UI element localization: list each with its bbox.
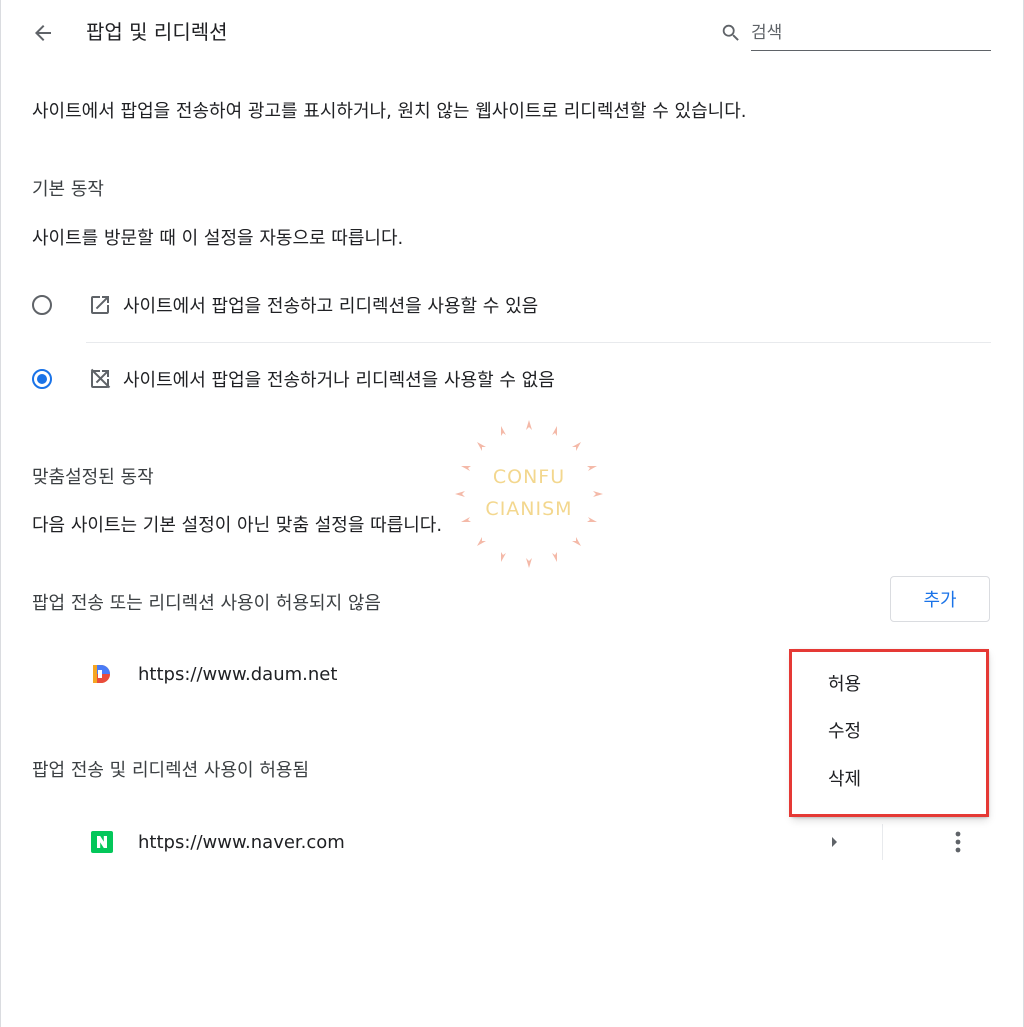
- custom-behavior-subtext: 다음 사이트는 기본 설정이 아닌 맞춤 설정을 따릅니다.: [32, 515, 443, 536]
- row-separator: [882, 824, 883, 860]
- menu-item-edit[interactable]: 수정: [828, 717, 861, 743]
- custom-behavior-heading: 맞춤설정된 동작: [32, 467, 154, 488]
- default-behavior-subtext: 사이트를 방문할 때 이 설정을 자동으로 따릅니다.: [32, 228, 404, 249]
- allowed-list-heading: 팝업 전송 및 리디렉션 사용이 허용됨: [32, 760, 310, 781]
- page-title: 팝업 및 리디렉션: [86, 20, 228, 44]
- search-icon[interactable]: [720, 22, 742, 44]
- open-in-new-off-icon: [87, 366, 113, 392]
- site-url: https://www.daum.net: [138, 663, 338, 685]
- naver-favicon: [90, 830, 114, 854]
- watermark: CONFU CIANISM: [453, 418, 605, 570]
- search-input[interactable]: [751, 16, 991, 51]
- add-site-button[interactable]: 추가: [890, 576, 990, 622]
- radio-option-block-label: 사이트에서 팝업을 전송하거나 리디렉션을 사용할 수 없음: [123, 370, 555, 391]
- blocked-list-heading: 팝업 전송 또는 리디렉션 사용이 허용되지 않음: [32, 593, 381, 614]
- window-border-left: [0, 0, 1, 1027]
- divider: [86, 342, 991, 343]
- page-description: 사이트에서 팝업을 전송하여 광고를 표시하거나, 원치 않는 웹사이트로 리디…: [32, 101, 747, 122]
- watermark-line-1: CONFU: [492, 466, 566, 488]
- menu-item-delete[interactable]: 삭제: [828, 765, 861, 791]
- radio-option-block[interactable]: 사이트에서 팝업을 전송하거나 리디렉션을 사용할 수 없음: [28, 351, 991, 407]
- watermark-line-2: CIANISM: [485, 498, 573, 520]
- search-box: [720, 16, 991, 52]
- radio-button-unchecked[interactable]: [32, 295, 52, 315]
- back-button[interactable]: [28, 18, 58, 48]
- arrow-right-icon[interactable]: [824, 832, 844, 852]
- arrow-back-icon: [35, 25, 51, 41]
- open-in-new-icon: [87, 292, 113, 318]
- site-url: https://www.naver.com: [138, 831, 345, 853]
- daum-favicon: [90, 662, 114, 686]
- site-row-naver[interactable]: https://www.naver.com: [86, 814, 991, 870]
- radio-button-checked[interactable]: [32, 369, 52, 389]
- radio-option-allow-label: 사이트에서 팝업을 전송하고 리디렉션을 사용할 수 있음: [123, 296, 539, 317]
- watermark-ring: [455, 420, 603, 568]
- context-menu: 허용 수정 삭제: [792, 650, 988, 816]
- more-vert-icon[interactable]: [948, 828, 968, 856]
- menu-item-allow[interactable]: 허용: [828, 670, 861, 696]
- radio-option-allow[interactable]: 사이트에서 팝업을 전송하고 리디렉션을 사용할 수 있음: [28, 277, 991, 333]
- default-behavior-heading: 기본 동작: [32, 179, 104, 200]
